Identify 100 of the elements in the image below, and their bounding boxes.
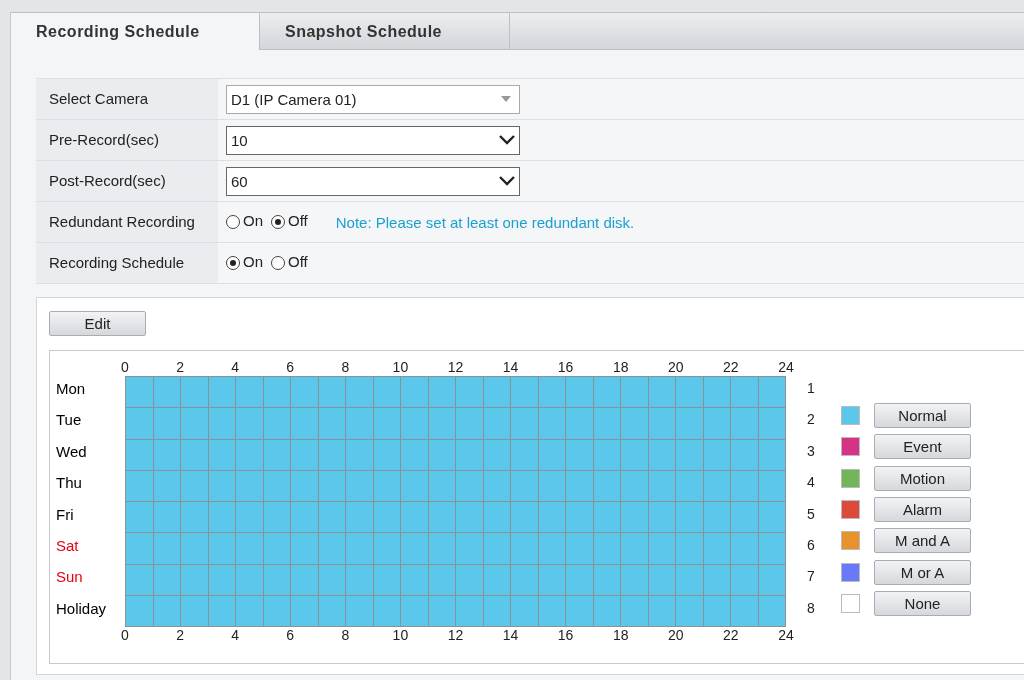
- schedule-slot[interactable]: [373, 533, 400, 564]
- schedule-slot[interactable]: [538, 470, 565, 501]
- schedule-slot[interactable]: [428, 564, 455, 595]
- schedule-slot[interactable]: [456, 502, 483, 533]
- schedule-slot[interactable]: [428, 502, 455, 533]
- schedule-slot[interactable]: [593, 470, 620, 501]
- schedule-slot[interactable]: [428, 595, 455, 626]
- schedule-slot[interactable]: [318, 408, 345, 439]
- schedule-slot[interactable]: [731, 470, 758, 501]
- schedule-slot[interactable]: [676, 564, 703, 595]
- schedule-slot[interactable]: [428, 408, 455, 439]
- schedule-slot[interactable]: [126, 564, 153, 595]
- schedule-slot[interactable]: [291, 533, 318, 564]
- schedule-slot[interactable]: [703, 533, 730, 564]
- schedule-slot[interactable]: [181, 470, 208, 501]
- schedule-slot[interactable]: [648, 377, 675, 408]
- schedule-slot[interactable]: [566, 470, 593, 501]
- schedule-slot[interactable]: [703, 377, 730, 408]
- schedule-slot[interactable]: [758, 502, 785, 533]
- schedule-slot[interactable]: [456, 533, 483, 564]
- schedule-slot[interactable]: [621, 564, 648, 595]
- schedule-slot[interactable]: [126, 533, 153, 564]
- schedule-slot[interactable]: [731, 533, 758, 564]
- schedule-slot[interactable]: [511, 595, 538, 626]
- schedule-slot[interactable]: [621, 377, 648, 408]
- schedule-slot[interactable]: [428, 470, 455, 501]
- schedule-slot[interactable]: [236, 408, 263, 439]
- schedule-slot[interactable]: [318, 533, 345, 564]
- mode-button[interactable]: M and A: [874, 528, 971, 554]
- schedule-slot[interactable]: [593, 564, 620, 595]
- schedule-slot[interactable]: [346, 408, 373, 439]
- schedule-slot[interactable]: [263, 564, 290, 595]
- schedule-slot[interactable]: [511, 502, 538, 533]
- schedule-slot[interactable]: [153, 470, 180, 501]
- radio-button[interactable]: [271, 215, 285, 229]
- radio-label[interactable]: On: [243, 252, 263, 270]
- radio-label[interactable]: Off: [288, 252, 308, 270]
- schedule-slot[interactable]: [153, 502, 180, 533]
- schedule-slot[interactable]: [373, 595, 400, 626]
- schedule-slot[interactable]: [126, 470, 153, 501]
- schedule-slot[interactable]: [291, 377, 318, 408]
- schedule-slot[interactable]: [566, 439, 593, 470]
- schedule-slot[interactable]: [208, 533, 235, 564]
- schedule-slot[interactable]: [758, 470, 785, 501]
- radio-label[interactable]: On: [243, 211, 263, 229]
- schedule-slot[interactable]: [621, 408, 648, 439]
- schedule-slot[interactable]: [181, 564, 208, 595]
- schedule-slot[interactable]: [318, 470, 345, 501]
- schedule-slot[interactable]: [758, 533, 785, 564]
- radio-button[interactable]: [271, 256, 285, 270]
- schedule-slot[interactable]: [621, 439, 648, 470]
- schedule-slot[interactable]: [291, 564, 318, 595]
- schedule-slot[interactable]: [593, 533, 620, 564]
- schedule-slot[interactable]: [373, 502, 400, 533]
- schedule-slot[interactable]: [703, 470, 730, 501]
- schedule-slot[interactable]: [456, 439, 483, 470]
- schedule-slot[interactable]: [731, 595, 758, 626]
- schedule-slot[interactable]: [236, 470, 263, 501]
- schedule-slot[interactable]: [703, 564, 730, 595]
- schedule-slot[interactable]: [621, 533, 648, 564]
- schedule-slot[interactable]: [593, 595, 620, 626]
- schedule-slot[interactable]: [511, 439, 538, 470]
- schedule-slot[interactable]: [291, 502, 318, 533]
- schedule-slot[interactable]: [181, 595, 208, 626]
- radio-label[interactable]: Off: [288, 211, 308, 229]
- schedule-slot[interactable]: [346, 439, 373, 470]
- schedule-slot[interactable]: [153, 408, 180, 439]
- schedule-slot[interactable]: [401, 439, 428, 470]
- schedule-slot[interactable]: [538, 595, 565, 626]
- schedule-slot[interactable]: [373, 470, 400, 501]
- schedule-slot[interactable]: [538, 377, 565, 408]
- schedule-slot[interactable]: [758, 377, 785, 408]
- schedule-slot[interactable]: [208, 470, 235, 501]
- schedule-slot[interactable]: [401, 377, 428, 408]
- dropdown[interactable]: 60: [226, 166, 520, 196]
- edit-button[interactable]: Edit: [49, 311, 146, 336]
- schedule-slot[interactable]: [456, 470, 483, 501]
- schedule-slot[interactable]: [758, 595, 785, 626]
- schedule-slot[interactable]: [291, 439, 318, 470]
- schedule-slot[interactable]: [346, 502, 373, 533]
- schedule-slot[interactable]: [126, 377, 153, 408]
- schedule-slot[interactable]: [758, 564, 785, 595]
- schedule-slot[interactable]: [401, 564, 428, 595]
- schedule-slot[interactable]: [153, 564, 180, 595]
- schedule-slot[interactable]: [703, 595, 730, 626]
- schedule-slot[interactable]: [263, 377, 290, 408]
- schedule-slot[interactable]: [566, 595, 593, 626]
- schedule-slot[interactable]: [291, 595, 318, 626]
- schedule-slot[interactable]: [401, 502, 428, 533]
- schedule-slot[interactable]: [208, 439, 235, 470]
- schedule-slot[interactable]: [731, 564, 758, 595]
- schedule-slot[interactable]: [208, 502, 235, 533]
- schedule-slot[interactable]: [593, 408, 620, 439]
- schedule-slot[interactable]: [153, 377, 180, 408]
- schedule-slot[interactable]: [263, 470, 290, 501]
- schedule-slot[interactable]: [208, 408, 235, 439]
- schedule-slot[interactable]: [318, 564, 345, 595]
- schedule-slot[interactable]: [318, 377, 345, 408]
- schedule-slot[interactable]: [401, 470, 428, 501]
- schedule-slot[interactable]: [236, 502, 263, 533]
